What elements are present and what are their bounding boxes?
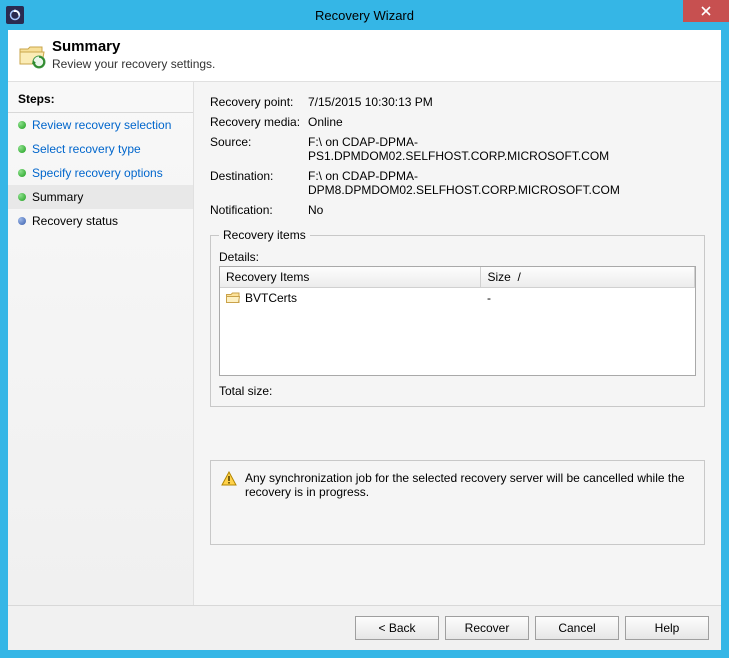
step-select-recovery-type[interactable]: Select recovery type bbox=[8, 137, 193, 161]
value-recovery-media: Online bbox=[308, 115, 705, 129]
value-destination: F:\ on CDAP-DPMA-DPM8.DPMDOM02.SELFHOST.… bbox=[308, 169, 705, 197]
page-folder-icon bbox=[18, 42, 46, 70]
value-notification: No bbox=[308, 203, 705, 217]
titlebar[interactable]: Recovery Wizard bbox=[0, 0, 729, 30]
warning-box: Any synchronization job for the selected… bbox=[210, 460, 705, 545]
footer: < Back Recover Cancel Help bbox=[8, 605, 721, 650]
row-source: Source: F:\ on CDAP-DPMA-PS1.DPMDOM02.SE… bbox=[210, 132, 705, 166]
row-recovery-media: Recovery media: Online bbox=[210, 112, 705, 132]
page-subtitle: Review your recovery settings. bbox=[52, 57, 215, 71]
total-size-label: Total size: bbox=[219, 384, 272, 398]
window-frame: Recovery Wizard Summary Review your reco… bbox=[0, 0, 729, 658]
steps-sidebar: Steps: Review recovery selection Select … bbox=[8, 82, 194, 605]
step-bullet-icon bbox=[18, 217, 26, 225]
step-label: Review recovery selection bbox=[32, 118, 171, 132]
step-label: Specify recovery options bbox=[32, 166, 163, 180]
step-bullet-icon bbox=[18, 169, 26, 177]
label-recovery-media: Recovery media: bbox=[210, 115, 308, 129]
warning-icon bbox=[221, 471, 237, 487]
label-recovery-point: Recovery point: bbox=[210, 95, 308, 109]
main-panel: Recovery point: 7/15/2015 10:30:13 PM Re… bbox=[194, 82, 721, 605]
step-label: Select recovery type bbox=[32, 142, 141, 156]
close-button[interactable] bbox=[683, 0, 729, 22]
app-icon bbox=[6, 6, 24, 24]
label-notification: Notification: bbox=[210, 203, 308, 217]
help-button[interactable]: Help bbox=[625, 616, 709, 640]
step-bullet-icon bbox=[18, 193, 26, 201]
step-recovery-status[interactable]: Recovery status bbox=[8, 209, 193, 233]
step-bullet-icon bbox=[18, 121, 26, 129]
step-summary[interactable]: Summary bbox=[8, 185, 193, 209]
row-destination: Destination: F:\ on CDAP-DPMA-DPM8.DPMDO… bbox=[210, 166, 705, 200]
recovery-items-group: Recovery items Details: Recovery Items S… bbox=[210, 228, 705, 407]
step-review-recovery-selection[interactable]: Review recovery selection bbox=[8, 113, 193, 137]
recovery-items-table-wrap[interactable]: Recovery Items Size / bbox=[219, 266, 696, 376]
row-recovery-point: Recovery point: 7/15/2015 10:30:13 PM bbox=[210, 92, 705, 112]
step-specify-recovery-options[interactable]: Specify recovery options bbox=[8, 161, 193, 185]
recovery-items-table: Recovery Items Size / bbox=[220, 267, 695, 308]
column-header-size[interactable]: Size / bbox=[481, 267, 695, 288]
details-label: Details: bbox=[219, 250, 696, 264]
close-icon bbox=[701, 6, 711, 16]
label-source: Source: bbox=[210, 135, 308, 163]
back-button[interactable]: < Back bbox=[355, 616, 439, 640]
table-row[interactable]: BVTCerts - bbox=[220, 288, 695, 309]
header: Summary Review your recovery settings. bbox=[8, 30, 721, 82]
recover-button[interactable]: Recover bbox=[445, 616, 529, 640]
row-notification: Notification: No bbox=[210, 200, 705, 220]
steps-heading: Steps: bbox=[8, 88, 193, 113]
step-label: Summary bbox=[32, 190, 83, 204]
cell-name: BVTCerts bbox=[245, 291, 297, 305]
folder-icon bbox=[226, 292, 240, 304]
page-title: Summary bbox=[52, 38, 215, 55]
cell-size: - bbox=[481, 288, 695, 309]
warning-text: Any synchronization job for the selected… bbox=[245, 471, 694, 534]
value-recovery-point: 7/15/2015 10:30:13 PM bbox=[308, 95, 705, 109]
label-destination: Destination: bbox=[210, 169, 308, 197]
total-size-row: Total size: bbox=[219, 384, 696, 398]
step-label: Recovery status bbox=[32, 214, 118, 228]
body: Steps: Review recovery selection Select … bbox=[8, 82, 721, 605]
client-area: Summary Review your recovery settings. S… bbox=[8, 30, 721, 650]
cancel-button[interactable]: Cancel bbox=[535, 616, 619, 640]
recovery-items-legend: Recovery items bbox=[219, 228, 310, 242]
value-source: F:\ on CDAP-DPMA-PS1.DPMDOM02.SELFHOST.C… bbox=[308, 135, 705, 163]
step-bullet-icon bbox=[18, 145, 26, 153]
column-header-recovery-items[interactable]: Recovery Items bbox=[220, 267, 481, 288]
window-title: Recovery Wizard bbox=[0, 8, 729, 23]
